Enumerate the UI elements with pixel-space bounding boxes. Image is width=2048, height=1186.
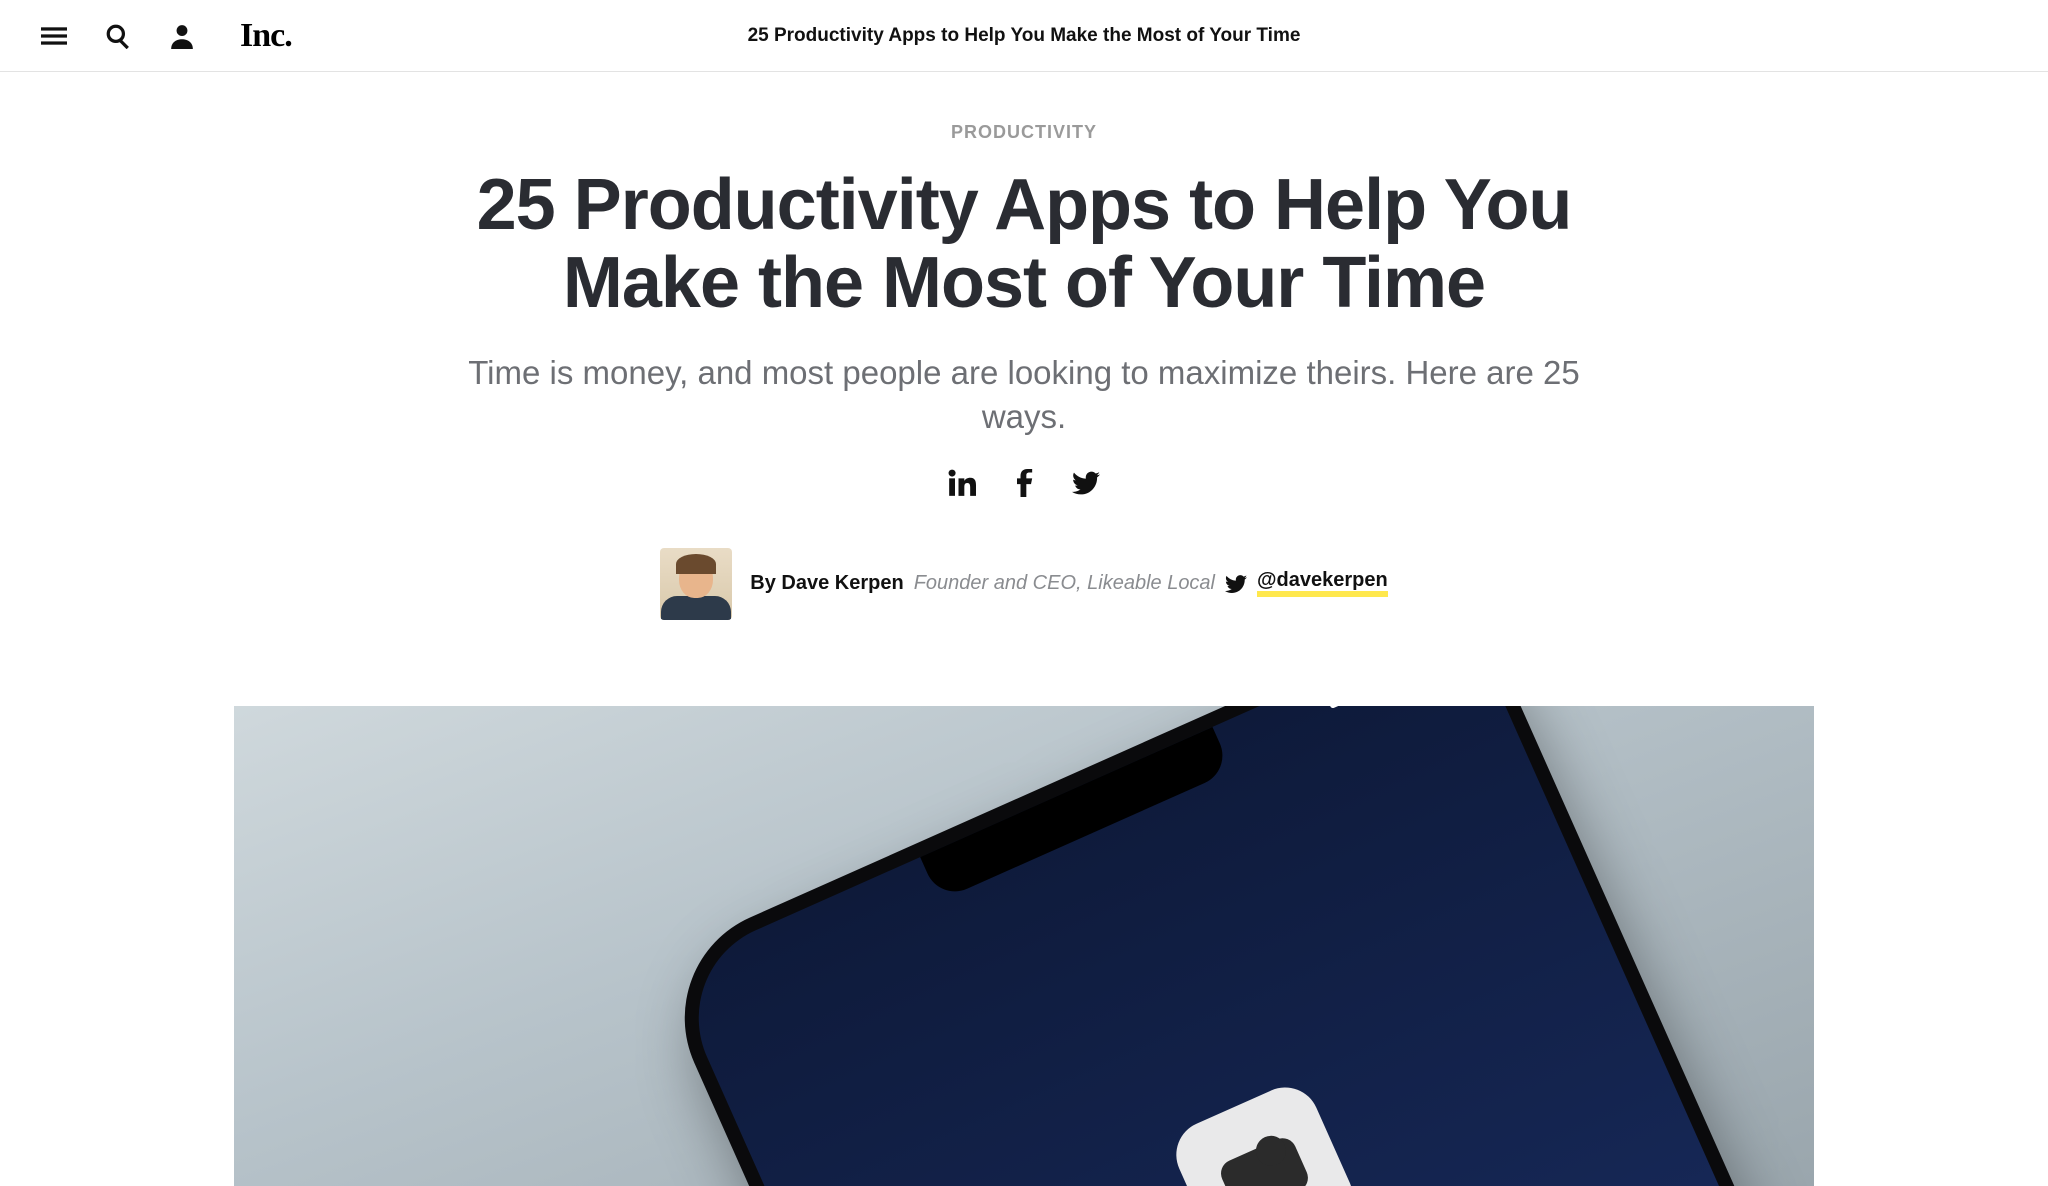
- search-icon[interactable]: [104, 22, 132, 50]
- byline-by-prefix: By: [750, 572, 776, 594]
- byline-text: By Dave Kerpen Founder and CEO, Likeable…: [750, 570, 1387, 597]
- header-article-title: 25 Productivity Apps to Help You Make th…: [748, 25, 1301, 47]
- article-header: PRODUCTIVITY 25 Productivity Apps to Hel…: [0, 72, 2048, 660]
- hero-image: mera: [234, 706, 1814, 1186]
- hero-camera-tile: [1165, 1076, 1363, 1185]
- header-left: Inc.: [40, 17, 292, 55]
- article-subtitle: Time is money, and most people are looki…: [424, 351, 1624, 440]
- byline-author[interactable]: Dave Kerpen: [781, 572, 903, 594]
- signal-icon: [1325, 706, 1357, 709]
- phone-notch: [920, 727, 1232, 901]
- site-logo[interactable]: Inc.: [240, 17, 292, 55]
- phone-status-icons: [1325, 706, 1427, 709]
- menu-icon[interactable]: [40, 22, 68, 50]
- linkedin-icon[interactable]: [947, 468, 977, 498]
- facebook-icon[interactable]: [1009, 468, 1039, 498]
- byline-by: By Dave Kerpen: [750, 572, 903, 595]
- author-avatar[interactable]: [660, 548, 732, 620]
- user-icon[interactable]: [168, 22, 196, 50]
- share-row: [60, 468, 1988, 498]
- category-label[interactable]: PRODUCTIVITY: [60, 122, 1988, 143]
- hero-phone: mera: [650, 706, 1814, 1186]
- twitter-icon[interactable]: [1071, 468, 1101, 498]
- byline-role: Founder and CEO, Likeable Local: [914, 572, 1215, 595]
- byline-twitter-handle[interactable]: @davekerpen: [1257, 570, 1388, 597]
- byline: By Dave Kerpen Founder and CEO, Likeable…: [60, 548, 1988, 620]
- site-header: Inc. 25 Productivity Apps to Help You Ma…: [0, 0, 2048, 72]
- article-title: 25 Productivity Apps to Help You Make th…: [384, 167, 1664, 323]
- twitter-small-icon: [1225, 572, 1247, 595]
